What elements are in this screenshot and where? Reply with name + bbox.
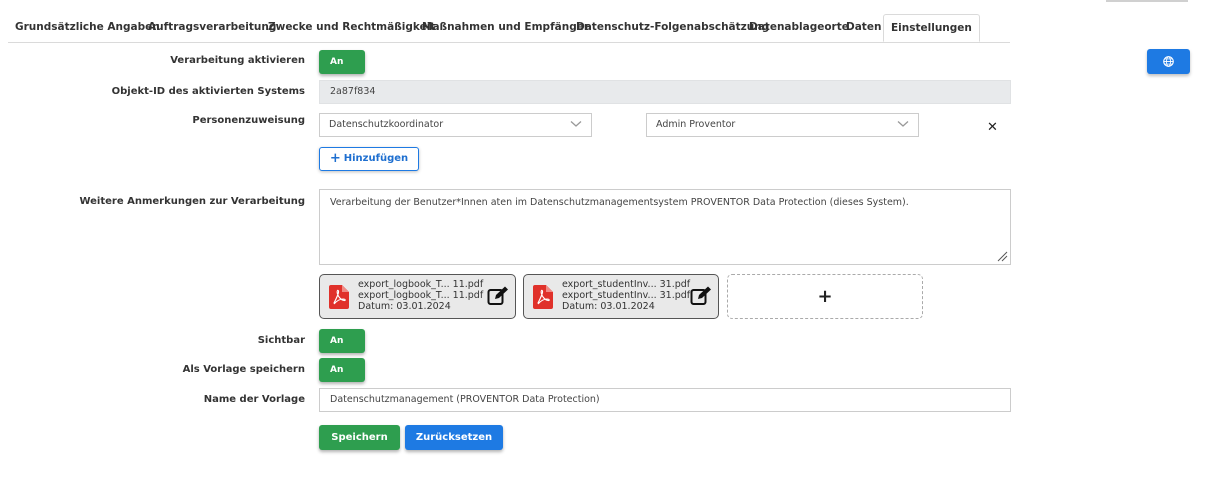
file-card[interactable]: export_logbook_T... 11.pdf export_logboo… (319, 274, 516, 319)
activate-label: Verarbeitung aktivieren (170, 55, 305, 66)
chevron-down-icon (897, 121, 909, 127)
top-edge-bar (1106, 0, 1188, 2)
notes-label: Weitere Anmerkungen zur Verarbeitung (79, 196, 305, 207)
file-name-line-2: export_logbook_T... 11.pdf (358, 290, 484, 301)
file-name-line-1: export_studentInv... 31.pdf (562, 279, 691, 290)
file-date: Datum: 03.01.2024 (562, 301, 655, 312)
template-name-input[interactable]: Datenschutzmanagement (PROVENTOR Data Pr… (319, 388, 1011, 412)
plus-icon: + (329, 151, 341, 166)
person-role-value: Datenschutzkoordinator (329, 119, 444, 130)
person-assignment-label: Personenzuweisung (192, 115, 305, 126)
object-id-field: 2a87f834 (319, 80, 1011, 104)
notes-text: Verarbeitung der Benutzer*Innen aten im … (330, 197, 909, 208)
chevron-down-icon (570, 121, 582, 127)
remove-person-close-icon[interactable]: ✕ (987, 120, 998, 136)
tab-einstellungen[interactable]: Einstellungen (883, 14, 980, 42)
save-as-template-toggle[interactable]: An (319, 358, 365, 382)
object-id-label: Objekt-ID des aktivierten Systems (111, 86, 305, 97)
tab-bar: Grundsätzliche Angaben Auftragsverarbeit… (8, 14, 1010, 43)
visible-label: Sichtbar (257, 335, 305, 346)
file-card[interactable]: export_studentInv... 31.pdf export_stude… (523, 274, 719, 319)
add-file-button[interactable]: + (727, 274, 923, 319)
edit-icon[interactable] (487, 286, 509, 306)
person-name-value: Admin Proventor (656, 119, 736, 130)
pdf-file-icon (329, 285, 349, 309)
add-person-button[interactable]: + Hinzufügen (319, 147, 419, 171)
pdf-file-icon (533, 285, 553, 309)
person-role-select[interactable]: Datenschutzkoordinator (319, 113, 592, 137)
visible-toggle[interactable]: An (319, 329, 365, 353)
resize-grip-icon[interactable] (996, 250, 1008, 262)
person-name-select[interactable]: Admin Proventor (646, 113, 919, 137)
add-person-button-label: Hinzufügen (343, 153, 409, 164)
file-name-line-1: export_logbook_T... 11.pdf (358, 279, 484, 290)
file-date: Datum: 03.01.2024 (358, 301, 451, 312)
plus-icon: + (817, 286, 833, 307)
save-as-template-label: Als Vorlage speichern (182, 364, 305, 375)
edit-icon[interactable] (690, 286, 712, 306)
tab-daten[interactable]: Daten (839, 14, 888, 41)
activate-toggle[interactable]: An (319, 50, 365, 74)
reset-button[interactable]: Zurücksetzen (405, 425, 503, 450)
notes-textarea[interactable]: Verarbeitung der Benutzer*Innen aten im … (319, 189, 1011, 265)
save-button[interactable]: Speichern (319, 425, 400, 450)
language-button[interactable] (1147, 49, 1190, 74)
template-name-label: Name der Vorlage (203, 394, 305, 405)
globe-icon (1163, 56, 1174, 67)
file-name-line-2: export_studentInv... 31.pdf (562, 290, 691, 301)
